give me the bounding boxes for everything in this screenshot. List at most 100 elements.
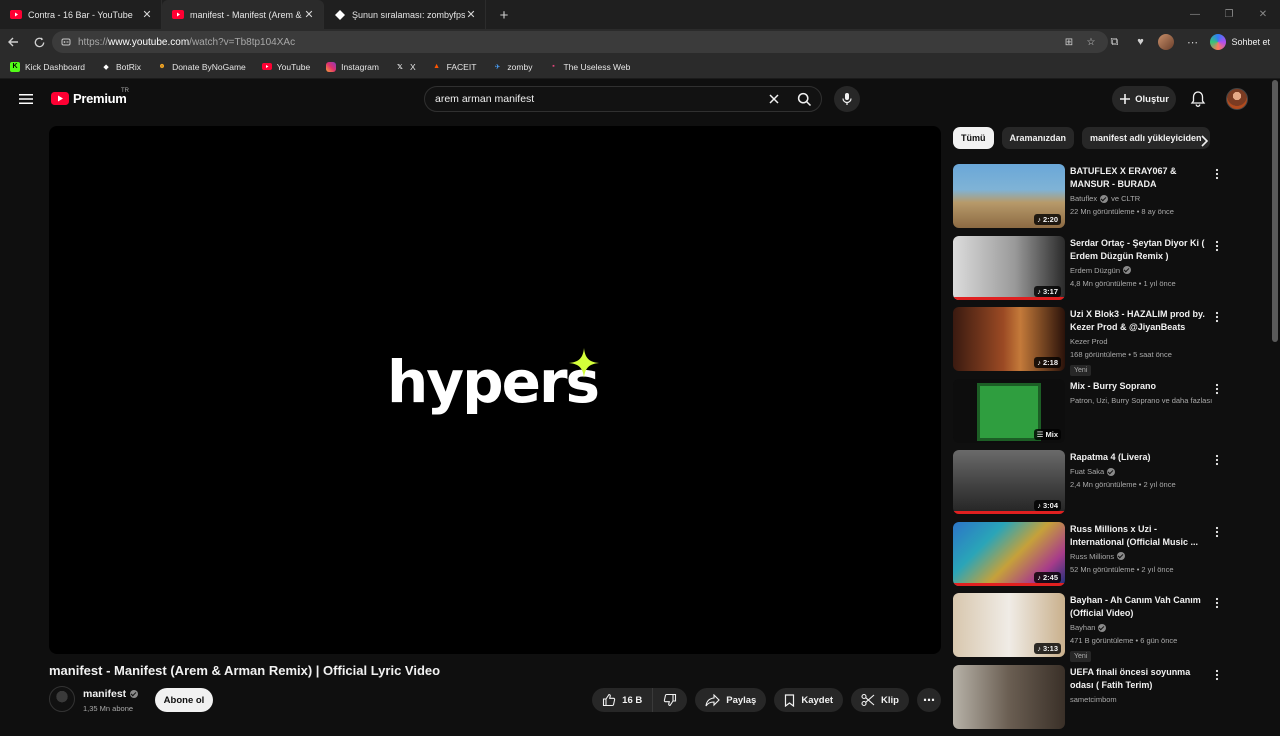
bookmark-useless-web[interactable]: ▪The Useless Web bbox=[548, 62, 630, 72]
more-vert-icon[interactable] bbox=[1214, 240, 1220, 252]
tab-title: Şunun sıralaması: zombyfps | Yayın bbox=[352, 10, 465, 20]
chip-from-uploader[interactable]: manifest adlı yükleyiciden bbox=[1082, 127, 1210, 149]
app-install-icon[interactable]: ⊞ bbox=[1062, 35, 1076, 49]
search-box[interactable]: arem arman manifest bbox=[424, 86, 822, 112]
x-icon: 𝕏 bbox=[395, 62, 405, 72]
more-vert-icon[interactable] bbox=[1214, 168, 1220, 180]
video-thumbnail[interactable] bbox=[953, 665, 1065, 729]
related-mix[interactable]: ☰Mix Mix - Burry Soprano Patron, Uzi, Bu… bbox=[953, 379, 1233, 451]
bookmark-kick-dashboard[interactable]: KKick Dashboard bbox=[10, 62, 85, 72]
tab-manifest[interactable]: manifest - Manifest (Arem & Arman ✕ bbox=[162, 0, 324, 29]
scrollbar-thumb[interactable] bbox=[1272, 80, 1278, 342]
notifications-bell-icon[interactable] bbox=[1189, 90, 1207, 108]
url-bar[interactable]: https://www.youtube.com/watch?v=Tb8tp104… bbox=[52, 31, 1108, 53]
more-actions-icon[interactable]: ⋯ bbox=[917, 688, 941, 712]
tab-close-icon[interactable]: ✕ bbox=[141, 9, 153, 21]
related-title[interactable]: Serdar Ortaç - Şeytan Diyor Ki ( Erdem D… bbox=[1070, 237, 1210, 263]
related-channel[interactable]: Bayhan bbox=[1070, 623, 1095, 632]
related-video[interactable]: ♪2:18 Uzi X Blok3 - HAZALIM prod by. Kez… bbox=[953, 307, 1233, 379]
video-player[interactable]: hypers bbox=[49, 126, 941, 654]
tab-contra[interactable]: Contra - 16 Bar - YouTube ✕ bbox=[0, 0, 162, 29]
menu-icon[interactable] bbox=[18, 91, 34, 107]
subscribe-button[interactable]: Abone ol bbox=[155, 688, 213, 712]
maximize-icon[interactable]: ❐ bbox=[1212, 0, 1246, 29]
bookmark-botrix[interactable]: ◆BotRix bbox=[101, 62, 141, 72]
related-video[interactable]: ♪3:13 Bayhan - Ah Canım Vah Canım (Offic… bbox=[953, 593, 1233, 665]
video-thumbnail[interactable]: ♪2:20 bbox=[953, 164, 1065, 228]
browser-essentials-icon[interactable]: ♥ bbox=[1132, 34, 1148, 50]
related-title[interactable]: Russ Millions x Uzi - International (Off… bbox=[1070, 523, 1210, 549]
more-vert-icon[interactable] bbox=[1214, 526, 1220, 538]
copilot-label: Sohbet et bbox=[1231, 37, 1270, 47]
minimize-icon[interactable]: — bbox=[1178, 0, 1212, 29]
bookmark-youtube[interactable]: YouTube bbox=[262, 62, 310, 72]
video-thumbnail[interactable]: ♪2:45 bbox=[953, 522, 1065, 586]
bookmark-bynogame[interactable]: ☻Donate ByNoGame bbox=[157, 62, 246, 72]
more-vert-icon[interactable] bbox=[1214, 454, 1220, 466]
settings-more-icon[interactable]: ⋯ bbox=[1184, 34, 1200, 50]
related-channel[interactable]: Russ Millions bbox=[1070, 552, 1114, 561]
clip-button[interactable]: Klip bbox=[851, 688, 909, 712]
account-avatar[interactable] bbox=[1226, 88, 1248, 110]
bookmark-zomby[interactable]: ✈zomby bbox=[492, 62, 532, 72]
video-thumbnail[interactable]: ♪3:17 bbox=[953, 236, 1065, 300]
related-video[interactable]: ♪3:17 Serdar Ortaç - Şeytan Diyor Ki ( E… bbox=[953, 236, 1233, 308]
like-button[interactable]: 16 B bbox=[592, 688, 653, 712]
related-title[interactable]: Bayhan - Ah Canım Vah Canım (Official Vi… bbox=[1070, 594, 1210, 620]
video-thumbnail[interactable]: ♪3:04 bbox=[953, 450, 1065, 514]
save-button[interactable]: Kaydet bbox=[774, 688, 843, 712]
new-tab-plus-icon[interactable]: + bbox=[492, 3, 516, 27]
create-button[interactable]: Oluştur bbox=[1112, 86, 1176, 112]
related-title[interactable]: Mix - Burry Soprano bbox=[1070, 380, 1210, 393]
more-vert-icon[interactable] bbox=[1214, 597, 1220, 609]
page-scrollbar[interactable] bbox=[1272, 80, 1278, 716]
copilot-button[interactable]: Sohbet et bbox=[1210, 34, 1274, 50]
related-video[interactable]: ♪2:20 BATUFLEX X ERAY067 & MANSUR - BURA… bbox=[953, 164, 1233, 236]
window-close-icon[interactable]: ✕ bbox=[1246, 0, 1280, 29]
youtube-premium-logo[interactable]: Premium TR bbox=[51, 91, 127, 106]
related-title[interactable]: Rapatma 4 (Livera) bbox=[1070, 451, 1210, 464]
channel-avatar[interactable] bbox=[49, 686, 75, 712]
search-input[interactable]: arem arman manifest bbox=[425, 93, 761, 105]
dislike-button[interactable] bbox=[653, 688, 687, 712]
chevron-right-icon[interactable] bbox=[1196, 133, 1212, 149]
related-channel[interactable]: sametcimbom bbox=[1070, 695, 1117, 704]
extensions-icon[interactable]: ⧉ bbox=[1106, 34, 1122, 50]
bookmark-x[interactable]: 𝕏X bbox=[395, 62, 416, 72]
related-channel[interactable]: Kezer Prod bbox=[1070, 337, 1108, 346]
tab-close-icon[interactable]: ✕ bbox=[465, 9, 477, 21]
tab-zombyfps[interactable]: Şunun sıralaması: zombyfps | Yayın ✕ bbox=[324, 0, 486, 29]
profile-avatar[interactable] bbox=[1158, 34, 1174, 50]
chip-from-search[interactable]: Aramanızdan bbox=[1002, 127, 1075, 149]
clear-search-icon[interactable] bbox=[761, 86, 787, 112]
more-vert-icon[interactable] bbox=[1214, 383, 1220, 395]
favorite-star-icon[interactable]: ☆ bbox=[1084, 35, 1098, 49]
share-button[interactable]: Paylaş bbox=[695, 688, 766, 712]
related-title[interactable]: Uzi X Blok3 - HAZALIM prod by. Kezer Pro… bbox=[1070, 308, 1210, 334]
related-title[interactable]: BATUFLEX X ERAY067 & MANSUR - BURADA SOK… bbox=[1070, 165, 1210, 191]
microphone-icon bbox=[841, 92, 853, 106]
voice-search-button[interactable] bbox=[834, 86, 860, 112]
related-title[interactable]: UEFA finali öncesi soyunma odası ( Fatih… bbox=[1070, 666, 1210, 692]
reload-icon[interactable] bbox=[26, 29, 52, 55]
more-vert-icon[interactable] bbox=[1214, 311, 1220, 323]
back-arrow-icon[interactable] bbox=[0, 29, 26, 55]
video-thumbnail[interactable]: ♪2:18 bbox=[953, 307, 1065, 371]
tab-close-icon[interactable]: ✕ bbox=[303, 9, 315, 21]
video-thumbnail[interactable]: ♪3:13 bbox=[953, 593, 1065, 657]
search-button[interactable] bbox=[787, 86, 821, 112]
chip-all[interactable]: Tümü bbox=[953, 127, 994, 149]
related-channel[interactable]: Erdem Düzgün bbox=[1070, 266, 1120, 275]
channel-name-link[interactable]: manifest bbox=[83, 688, 138, 700]
related-channel[interactable]: Batuflex bbox=[1070, 194, 1097, 203]
more-vert-icon[interactable] bbox=[1214, 669, 1220, 681]
site-info-icon[interactable] bbox=[60, 36, 72, 48]
related-video[interactable]: ♪3:04 Rapatma 4 (Livera) Fuat Saka 2,4 M… bbox=[953, 450, 1233, 522]
related-channel[interactable]: Fuat Saka bbox=[1070, 467, 1104, 476]
mix-badge: ☰Mix bbox=[1034, 429, 1061, 440]
bookmark-faceit[interactable]: ▲FACEIT bbox=[432, 62, 477, 72]
bookmark-instagram[interactable]: Instagram bbox=[326, 62, 379, 72]
mix-thumbnail[interactable]: ☰Mix bbox=[953, 379, 1065, 443]
related-video[interactable]: UEFA finali öncesi soyunma odası ( Fatih… bbox=[953, 665, 1233, 736]
related-video[interactable]: ♪2:45 Russ Millions x Uzi - Internationa… bbox=[953, 522, 1233, 594]
